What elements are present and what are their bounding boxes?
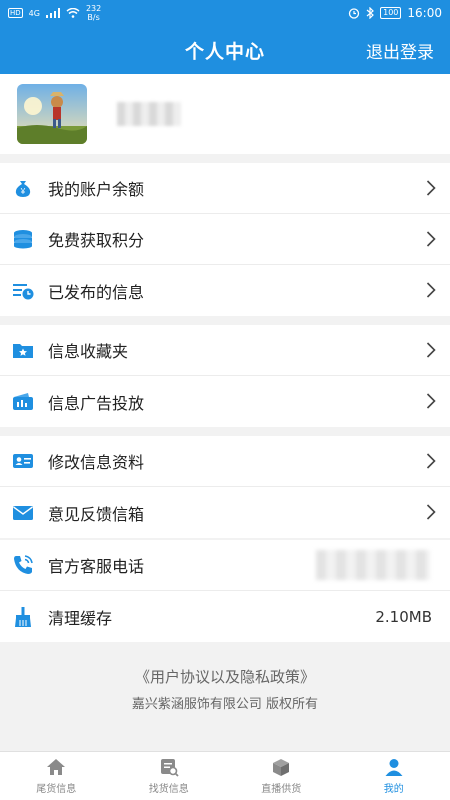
tab-label: 我的 bbox=[383, 784, 404, 795]
tab-live-supply[interactable]: 直播供货 bbox=[225, 752, 338, 800]
menu-item-published-info[interactable]: 已发布的信息 bbox=[0, 265, 450, 316]
network-type-label: HD bbox=[8, 8, 23, 18]
chevron-right-icon bbox=[426, 282, 436, 298]
tab-label: 直播供货 bbox=[261, 784, 302, 795]
chevron-right-icon bbox=[426, 504, 436, 520]
logout-button[interactable]: 退出登录 bbox=[366, 38, 434, 63]
battery-indicator: 100 bbox=[380, 7, 402, 19]
clock: 16:00 bbox=[407, 6, 442, 20]
menu-item-label: 修改信息资料 bbox=[48, 453, 145, 472]
phone-number-redacted bbox=[316, 550, 430, 580]
net-speed-value: 232 bbox=[85, 4, 102, 13]
published-list-icon bbox=[12, 280, 34, 302]
menu-group-account: ¥ 我的账户余额 免费获取积分 已发布的信息 bbox=[0, 163, 450, 316]
bottom-tab-bar: 尾货信息 找货信息 直播供货 我的 bbox=[0, 751, 450, 800]
broom-icon bbox=[12, 606, 34, 628]
box-icon bbox=[273, 759, 290, 776]
home-icon bbox=[47, 759, 66, 775]
chevron-right-icon bbox=[426, 342, 436, 358]
star-folder-icon bbox=[12, 339, 34, 361]
status-bar: HD 4G 232 B/s 100 16:00 bbox=[0, 0, 450, 26]
menu-item-free-points[interactable]: 免费获取积分 bbox=[0, 214, 450, 265]
privacy-policy-link[interactable]: 《用户协议以及隐私政策》 bbox=[0, 666, 450, 687]
net-speed-unit: B/s bbox=[87, 13, 100, 22]
alarm-icon bbox=[348, 8, 360, 19]
signal-label: 4G bbox=[28, 8, 40, 18]
menu-item-edit-profile[interactable]: 修改信息资料 bbox=[0, 436, 450, 487]
phone-icon bbox=[12, 554, 34, 576]
menu-item-label: 信息收藏夹 bbox=[48, 342, 129, 361]
menu-item-feedback-mailbox[interactable]: 意见反馈信箱 bbox=[0, 487, 450, 538]
chevron-right-icon bbox=[426, 393, 436, 409]
coins-icon bbox=[12, 228, 34, 250]
username-redacted bbox=[117, 102, 181, 126]
menu-item-label: 已发布的信息 bbox=[48, 282, 145, 302]
copyright-text: 嘉兴紫涵服饰有限公司 版权所有 bbox=[131, 697, 319, 712]
menu-item-ad-placement[interactable]: 信息广告投放 bbox=[0, 376, 450, 427]
user-icon bbox=[385, 759, 403, 776]
menu-item-label: 我的账户余额 bbox=[48, 180, 145, 199]
search-list-icon bbox=[160, 759, 179, 777]
id-card-icon bbox=[12, 450, 34, 472]
menu-item-account-balance[interactable]: ¥ 我的账户余额 bbox=[0, 163, 450, 214]
menu-item-service-phone[interactable]: 官方客服电话 bbox=[0, 540, 450, 591]
mail-icon bbox=[12, 502, 34, 524]
menu-group-collections: 信息收藏夹 信息广告投放 bbox=[0, 325, 450, 427]
menu-item-label: 官方客服电话 bbox=[48, 557, 145, 576]
net-speed: 232 B/s bbox=[86, 4, 101, 22]
wifi-icon bbox=[66, 8, 80, 18]
cache-size-value: 2.10MB bbox=[375, 607, 432, 626]
menu-group-settings: 修改信息资料 意见反馈信箱 bbox=[0, 436, 450, 538]
svg-text:¥: ¥ bbox=[20, 187, 26, 196]
menu-item-label: 意见反馈信箱 bbox=[48, 504, 145, 524]
status-right: 100 16:00 bbox=[348, 6, 442, 20]
tab-label: 找货信息 bbox=[148, 784, 189, 795]
chevron-right-icon bbox=[426, 180, 436, 196]
menu-group-service: 官方客服电话 清理缓存 2.10MB bbox=[0, 540, 450, 642]
status-left: HD 4G 232 B/s bbox=[8, 4, 101, 22]
menu-item-label: 信息广告投放 bbox=[48, 393, 145, 413]
money-bag-icon: ¥ bbox=[12, 177, 34, 199]
tab-label: 尾货信息 bbox=[36, 784, 77, 795]
tab-surplus-goods[interactable]: 尾货信息 bbox=[0, 752, 113, 800]
bluetooth-icon bbox=[366, 7, 375, 19]
page-title: 个人中心 bbox=[184, 40, 265, 63]
chevron-right-icon bbox=[426, 453, 436, 469]
tab-find-goods[interactable]: 找货信息 bbox=[113, 752, 226, 800]
menu-item-clear-cache[interactable]: 清理缓存 2.10MB bbox=[0, 591, 450, 642]
avatar[interactable] bbox=[17, 84, 87, 144]
menu-item-label: 清理缓存 bbox=[48, 608, 113, 628]
tab-mine[interactable]: 我的 bbox=[338, 752, 450, 800]
menu-item-favorites[interactable]: 信息收藏夹 bbox=[0, 325, 450, 376]
profile-card[interactable] bbox=[0, 74, 450, 154]
wallet-icon bbox=[12, 391, 34, 413]
chevron-right-icon bbox=[426, 231, 436, 247]
app-header: 个人中心 退出登录 bbox=[0, 26, 450, 74]
signal-icon bbox=[45, 8, 60, 18]
menu-item-label: 免费获取积分 bbox=[48, 231, 145, 250]
